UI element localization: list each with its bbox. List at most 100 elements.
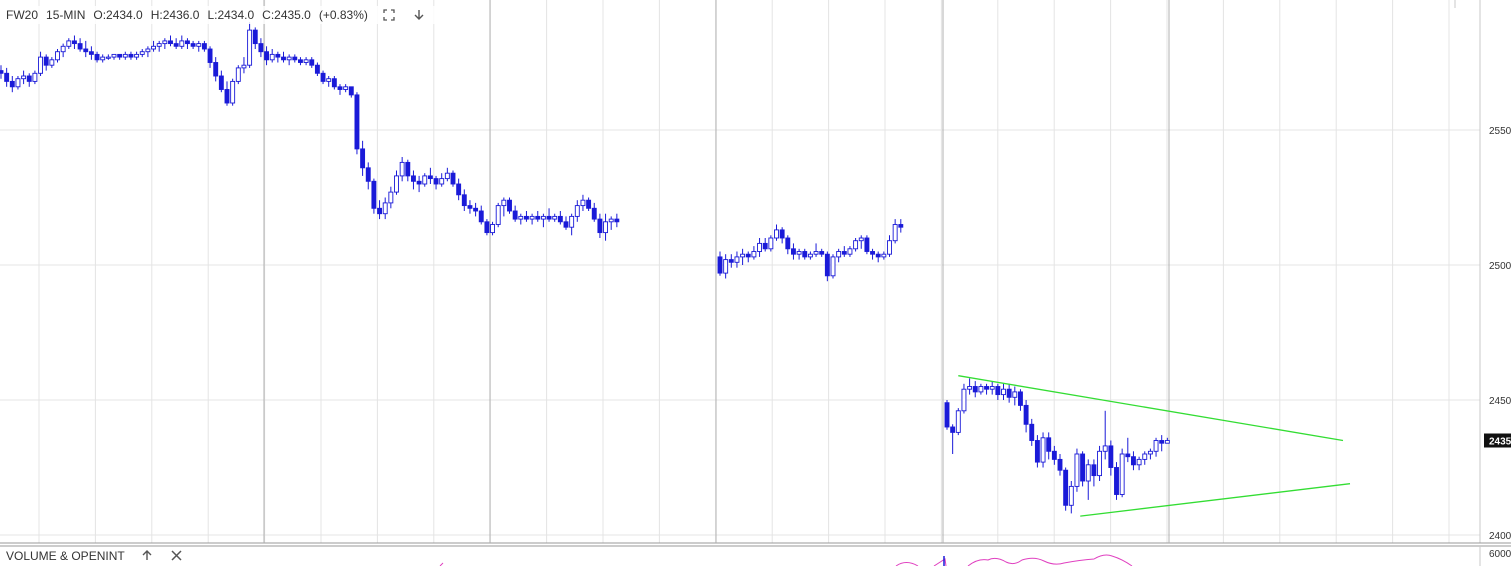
candle [1051, 445, 1057, 465]
candle [218, 70, 224, 93]
candle-body [94, 53, 100, 61]
candle-body [218, 75, 224, 90]
candle-body [38, 56, 43, 74]
candle [467, 200, 473, 214]
candle-body [745, 253, 751, 258]
candle [484, 219, 490, 236]
candle [1153, 437, 1159, 457]
candle [247, 22, 253, 68]
candle-body [785, 237, 791, 250]
candle-body [569, 215, 575, 228]
candle [1091, 459, 1097, 487]
candle-body [824, 253, 830, 277]
candle [156, 40, 162, 52]
candle-body [518, 215, 524, 220]
candle-body [269, 53, 275, 61]
candle [529, 213, 535, 225]
candle [145, 46, 151, 58]
candle [1068, 481, 1074, 514]
candle-body [55, 51, 60, 61]
candle [394, 170, 399, 195]
candle-body [439, 178, 445, 185]
candle [235, 65, 241, 85]
y-tick-label: 2500 [1489, 261, 1511, 272]
candle [190, 40, 196, 49]
price-chart[interactable]: 24002450250025502435 6000 [0, 0, 1511, 566]
candle [162, 38, 168, 49]
expand-icon[interactable] [380, 6, 398, 24]
candle-body [354, 94, 360, 150]
candle [961, 383, 967, 414]
candle [1159, 435, 1165, 452]
candle [201, 40, 207, 52]
candle [60, 43, 66, 58]
candle [546, 208, 552, 222]
candle-body [331, 78, 337, 88]
candle-body [967, 386, 973, 390]
candle-body [597, 218, 603, 234]
candle [213, 57, 219, 82]
candle-body [978, 386, 984, 393]
candle [1001, 383, 1006, 400]
candle [66, 38, 72, 49]
candle [1114, 462, 1119, 500]
candle [892, 219, 898, 244]
candle-body [740, 253, 746, 258]
candle [1074, 448, 1080, 492]
candle [853, 238, 859, 252]
symbol-label[interactable]: FW20 [6, 8, 38, 22]
open-value: O:2434.0 [93, 8, 143, 22]
candle [813, 243, 819, 257]
candle [887, 235, 892, 257]
candle-body [128, 53, 134, 58]
candle-body [1001, 388, 1006, 396]
candle-body [201, 43, 207, 50]
candle [371, 178, 377, 214]
candle [535, 211, 541, 222]
candle-body [162, 40, 168, 45]
candle [972, 381, 978, 398]
candle-body [898, 224, 904, 228]
candle [26, 73, 32, 87]
candle [898, 219, 904, 233]
candle-body [1057, 458, 1063, 471]
candle [1040, 432, 1046, 468]
candle-body [1108, 445, 1114, 468]
candle-body [591, 207, 597, 220]
candle [1029, 418, 1035, 446]
candle [1102, 410, 1108, 460]
arrow-up-icon[interactable] [139, 547, 155, 563]
candle-body [1142, 453, 1148, 460]
candle [950, 424, 956, 454]
candle [807, 251, 813, 260]
y-tick-label: 2550 [1489, 126, 1511, 137]
close-icon[interactable] [168, 547, 184, 563]
candle [1085, 459, 1091, 500]
candle [173, 38, 179, 49]
candle-body [0, 70, 4, 74]
candle [241, 57, 247, 74]
change-value: (+0.83%) [318, 8, 368, 22]
interval-label[interactable]: 15-MIN [46, 8, 85, 22]
candle [870, 248, 875, 260]
candle-body [791, 248, 796, 255]
candle-body [275, 53, 281, 58]
candle-body [580, 199, 586, 207]
candle-body [49, 59, 55, 66]
candle-body [1018, 391, 1023, 406]
candle-body [156, 43, 162, 47]
candle [88, 46, 94, 60]
candle-body [151, 45, 157, 50]
candle [128, 51, 134, 60]
arrow-down-icon[interactable] [410, 6, 428, 24]
candle-body [881, 253, 887, 258]
candle-body [1012, 391, 1018, 398]
candle-body [416, 180, 422, 185]
lower-panel-title: VOLUME & OPENINT [6, 549, 125, 563]
candle [723, 254, 729, 279]
candle [785, 235, 791, 255]
candle-body [563, 221, 569, 228]
candle [439, 173, 445, 187]
candle-body [841, 251, 847, 255]
price-axis[interactable]: 2400 2450 2500 2550 2435 [1484, 126, 1511, 542]
